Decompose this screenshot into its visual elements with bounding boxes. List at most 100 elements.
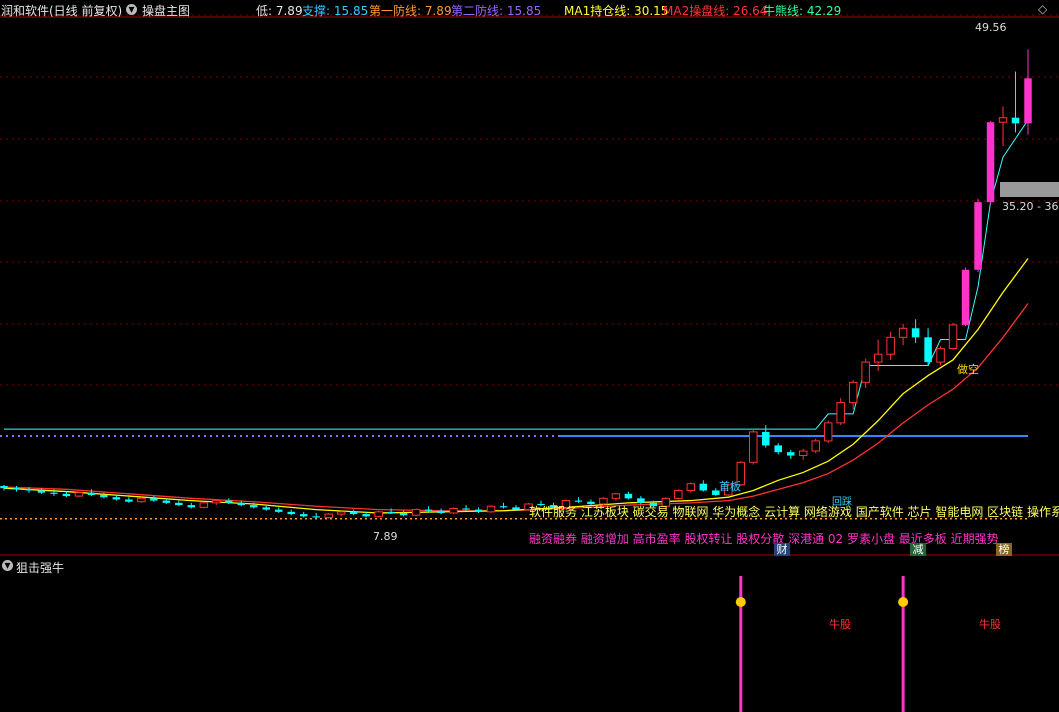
candle-body [112,497,121,500]
second-line-label: 第二防线: 15.85 [451,4,542,18]
candle-body [237,502,246,506]
candle-body [162,500,171,503]
candle-body [336,511,346,515]
candle-body [349,511,358,515]
bull-stock-label-1: 牛股 [829,618,851,631]
candle-body [786,452,795,456]
bull-stock-label-2: 牛股 [979,618,1001,631]
signal-dot [898,597,909,607]
candle-body [50,492,58,494]
candle-body [961,269,970,325]
candle-body [175,502,183,506]
signal-dot [735,597,746,607]
candle-body [37,490,46,493]
candle-body [100,494,108,498]
candle-body [62,493,71,497]
candle-body [762,431,770,446]
candle-body [199,502,209,508]
high-price-label: 49.56 [975,21,1007,34]
candle-body [823,422,833,442]
concepts-magenta: 融资融券 融资增加 高市盈率 股权转让 股权分散 深港通 02 罗素小盘 最近多… [529,532,999,546]
candle-body [474,509,483,512]
concepts-yellow: 软件服务 江苏板块 碳交易 物联网 华为概念 云计算 网络游戏 国产软件 芯片 … [529,505,1059,519]
candle-body [486,505,496,513]
candle-body [137,497,146,503]
candle-body [911,328,920,338]
subpanel-title[interactable]: 狙击强牛 [16,559,64,576]
candle-body [262,507,270,510]
grid-lines [0,14,1059,556]
ma2-line [3,303,1029,512]
level-lines [0,119,1029,520]
candle-body [774,445,782,453]
candle-body [250,505,258,508]
candle-body [574,500,583,502]
candle-body [798,450,808,457]
candle-body [974,202,982,270]
main-chart [0,14,1059,712]
ma2-label: MA2操盘线: 26.64 [663,4,768,18]
candle-body [462,508,470,510]
candle-body [274,509,283,512]
candle-body [12,488,21,490]
low-price-label: 7.89 [373,530,398,543]
candle-body [836,402,845,424]
expand-icon[interactable]: ◇ [1038,2,1047,16]
candle-body [699,483,708,491]
candle-body [811,440,820,452]
candle-body [998,117,1008,123]
signals [735,576,909,712]
stock-title[interactable]: 润和软件(日线 前复权) [1,2,122,19]
candle-body [150,498,158,501]
candle-body [1011,117,1020,124]
first-line-label: 第一防线: 7.89 [369,4,452,18]
candle-body [861,361,870,383]
candle-body [924,337,932,363]
candle-body [25,489,33,491]
candle-body [399,512,408,516]
candle-body [986,122,995,203]
chart-header: 润和软件(日线 前复权) ▾ 操盘主图 低: 7.89 支撑: 15.85 第一… [1,2,1048,19]
candle-body [611,493,621,499]
ma1-label: MA1持仓线: 30.15 [564,4,669,18]
range-box [1000,182,1059,197]
candle-body [674,489,683,499]
candle-body [362,514,370,517]
ma1-line [3,258,1029,514]
bull-bear-label: 牛熊线: 42.29 [763,4,842,18]
moving-averages [3,258,1029,514]
candle-body [125,499,133,502]
support-label: 支撑: 15.85 [302,4,369,18]
low-label: 低: 7.89 [256,4,303,18]
candle-body [387,511,395,513]
first-board-label: 首板 [719,480,741,493]
candle-body [424,509,433,511]
candle-body [411,509,421,516]
badge-reduce[interactable]: 减 [910,543,926,556]
support-line [4,119,1029,430]
candle-body [936,348,945,363]
candle-body [287,511,295,515]
candle-body [499,506,508,508]
candle-body [512,507,520,510]
badge-finance[interactable]: 财 [774,543,790,556]
candle-body [848,381,858,404]
template-name[interactable]: 操盘主图 [142,2,190,19]
candle-body [873,353,883,363]
candle-body [948,324,958,350]
candle-body [686,483,696,491]
candle-body [437,510,445,513]
candle-body [449,507,458,514]
candle-body [1024,78,1032,124]
candle-body [0,485,8,489]
candle-body [74,492,84,497]
candle-body [898,327,908,338]
candle-body [312,516,320,518]
candle-body [299,514,308,517]
candle-body [374,511,383,517]
candle-body [87,492,96,495]
candle-body [324,513,333,518]
badge-rank[interactable]: 榜 [996,543,1012,556]
candle-body [225,500,233,503]
candle-body [749,431,758,463]
